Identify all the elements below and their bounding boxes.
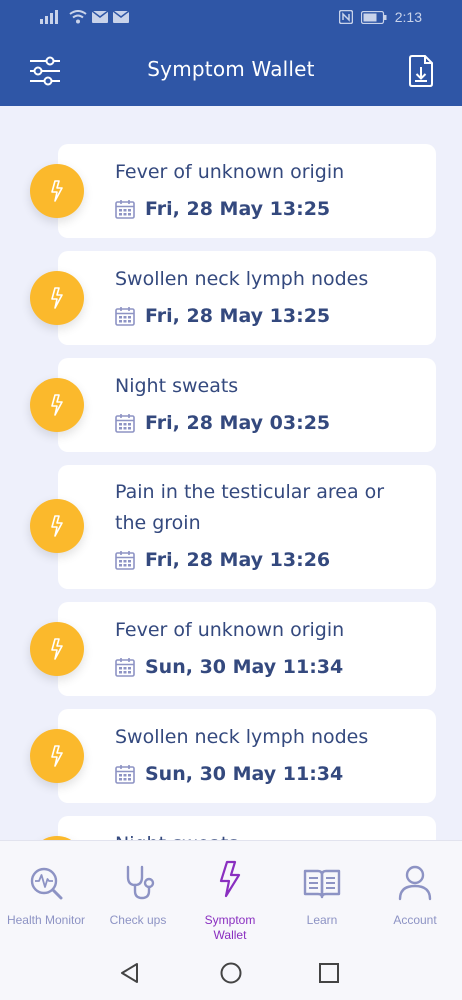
mail-icon <box>92 11 108 23</box>
lightning-icon <box>51 180 63 202</box>
symptom-card[interactable]: Pain in the testicular area or the groin… <box>58 465 436 589</box>
symptom-badge <box>30 622 84 676</box>
calendar-icon <box>115 551 135 570</box>
symptom-badge <box>30 499 84 553</box>
calendar-icon <box>115 765 135 784</box>
nav-label: Health Monitor <box>6 913 86 927</box>
nav-symptom-wallet[interactable]: Symptom Wallet <box>184 841 276 945</box>
system-nav-bar <box>0 944 462 1000</box>
export-button[interactable] <box>406 54 434 88</box>
calendar-icon <box>115 658 135 677</box>
mail-icon <box>113 11 129 23</box>
symptom-list[interactable]: Fever of unknown origin Fri, 28 May 13:2… <box>0 106 462 840</box>
symptom-date: Fri, 28 May 13:25 <box>115 197 330 221</box>
symptom-badge <box>30 271 84 325</box>
symptom-badge <box>30 164 84 218</box>
nfc-icon <box>338 10 353 24</box>
symptom-card[interactable]: Night sweats Fri, 28 May 03:25 <box>58 358 436 452</box>
symptom-title: Night sweats <box>115 375 239 397</box>
symptom-title: Swollen neck lymph nodes <box>115 268 369 290</box>
recents-icon[interactable] <box>318 962 340 984</box>
status-icons-right: 2:13 <box>338 9 422 25</box>
lightning-icon <box>51 515 63 537</box>
signal-icon <box>40 10 58 24</box>
symptom-title: Fever of unknown origin <box>115 161 345 183</box>
nav-label: Check ups <box>109 913 167 927</box>
book-icon <box>303 869 341 899</box>
lightning-icon <box>219 860 241 898</box>
status-icons-left <box>40 10 129 24</box>
nav-label: Symptom Wallet <box>204 913 256 942</box>
symptom-title: Swollen neck lymph nodes <box>115 726 369 748</box>
symptom-card[interactable]: Swollen neck lymph nodes Fri, 28 May 13:… <box>58 251 436 345</box>
symptom-card[interactable]: Night sweats <box>58 816 436 840</box>
lightning-icon <box>51 638 63 660</box>
nav-learn[interactable]: Learn <box>276 841 368 945</box>
symptom-title: Fever of unknown origin <box>115 619 345 641</box>
symptom-date: Sun, 30 May 11:34 <box>115 655 343 679</box>
symptom-card[interactable]: Fever of unknown origin Fri, 28 May 13:2… <box>58 144 436 238</box>
health-monitor-icon <box>30 867 63 900</box>
bottom-nav: Health Monitor Check ups Symptom Wallet … <box>0 840 462 944</box>
calendar-icon <box>115 307 135 326</box>
symptom-date: Fri, 28 May 03:25 <box>115 411 330 435</box>
app-bar: Symptom Wallet <box>0 34 462 106</box>
status-time: 2:13 <box>394 9 422 25</box>
symptom-badge <box>30 729 84 783</box>
back-icon[interactable] <box>119 962 141 984</box>
lightning-icon <box>51 745 63 767</box>
symptom-date: Sun, 30 May 11:34 <box>115 762 343 786</box>
nav-label: Learn <box>306 913 338 927</box>
symptom-date: Fri, 28 May 13:25 <box>115 304 330 328</box>
stethoscope-icon <box>126 865 155 900</box>
home-icon[interactable] <box>220 962 242 984</box>
person-icon <box>398 865 432 901</box>
nav-health-monitor[interactable]: Health Monitor <box>0 841 92 945</box>
symptom-title: Night sweats <box>115 829 416 840</box>
export-document-icon <box>409 55 433 87</box>
symptom-badge <box>30 378 84 432</box>
symptom-card[interactable]: Fever of unknown origin Sun, 30 May 11:3… <box>58 602 436 696</box>
page-title: Symptom Wallet <box>147 57 315 81</box>
lightning-icon <box>51 287 63 309</box>
calendar-icon <box>115 200 135 219</box>
calendar-icon <box>115 414 135 433</box>
nav-check-ups[interactable]: Check ups <box>92 841 184 945</box>
lightning-icon <box>51 394 63 416</box>
battery-icon <box>360 10 387 24</box>
nav-label: Account <box>393 913 437 927</box>
nav-account[interactable]: Account <box>368 841 462 945</box>
symptom-date: Fri, 28 May 13:26 <box>115 548 330 572</box>
status-bar: 2:13 <box>0 0 462 34</box>
symptom-title: Pain in the testicular area or the groin <box>115 481 385 534</box>
symptom-card[interactable]: Swollen neck lymph nodes Sun, 30 May 11:… <box>58 709 436 803</box>
wifi-icon <box>69 10 87 24</box>
